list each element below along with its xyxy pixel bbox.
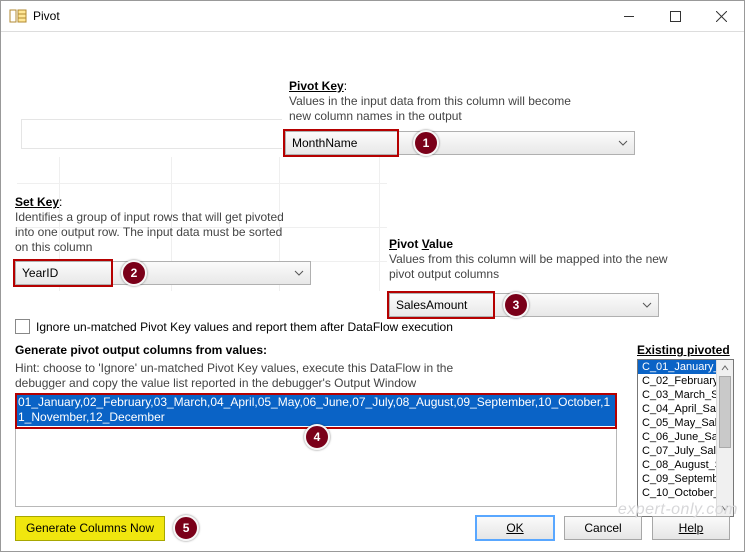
- badge-4: 4: [304, 424, 330, 450]
- set-key-section: Set Key: Identifies a group of input row…: [15, 195, 285, 255]
- pivot-value-value: SalesAmount: [396, 298, 467, 312]
- pivot-key-section: Pivot Key: Values in the input data from…: [289, 79, 571, 124]
- minimize-icon: [624, 16, 634, 17]
- generate-hint: Hint: choose to 'Ignore' un-matched Pivo…: [15, 361, 475, 391]
- cancel-button[interactable]: Cancel: [564, 516, 642, 540]
- badge-2: 2: [121, 260, 147, 286]
- badge-1: 1: [413, 130, 439, 156]
- client-area: Pivot Key: Values in the input data from…: [1, 31, 744, 551]
- close-button[interactable]: [698, 1, 744, 31]
- scroll-thumb[interactable]: [719, 376, 731, 448]
- generate-values-input[interactable]: 01_January,02_February,03_March,04_April…: [15, 393, 617, 507]
- generate-columns-button[interactable]: Generate Columns Now: [15, 516, 165, 541]
- window-title: Pivot: [33, 9, 606, 23]
- maximize-icon: [670, 11, 681, 22]
- generate-values-text: 01_January,02_February,03_March,04_April…: [16, 394, 616, 426]
- pivot-key-desc1: Values in the input data from this colum…: [289, 94, 571, 109]
- scroll-up-icon[interactable]: [717, 360, 733, 376]
- set-key-label: Set Key: [15, 195, 59, 209]
- scroll-down-icon[interactable]: [717, 500, 733, 516]
- minimize-button[interactable]: [606, 1, 652, 31]
- chevron-down-icon: [618, 138, 628, 148]
- set-key-value: YearID: [22, 266, 58, 280]
- set-key-dropdown[interactable]: YearID: [15, 261, 311, 285]
- pivot-key-label: Pivot Key: [289, 79, 344, 93]
- ignore-unmatched-checkbox[interactable]: [15, 319, 30, 334]
- generate-section: Generate pivot output columns from value…: [15, 343, 445, 391]
- ignore-unmatched-label: Ignore un-matched Pivot Key values and r…: [36, 320, 453, 334]
- titlebar: Pivot: [1, 1, 744, 32]
- help-button[interactable]: Help: [652, 516, 730, 540]
- pivot-key-dropdown[interactable]: MonthName: [285, 131, 635, 155]
- button-row: Generate Columns Now 5 OK Cancel Help: [1, 515, 744, 541]
- existing-columns-list[interactable]: C_01_January_SalesAmount C_02_February_S…: [637, 359, 734, 517]
- pivot-window: Pivot Pivot Key: Values in the input dat…: [0, 0, 745, 552]
- window-buttons: [606, 1, 744, 31]
- pivot-key-desc2: new column names in the output: [289, 109, 571, 124]
- badge-5: 5: [173, 515, 199, 541]
- pivot-value-label: Pivot Value: [389, 237, 453, 251]
- badge-3: 3: [503, 292, 529, 318]
- ok-button[interactable]: OK: [476, 516, 554, 540]
- chevron-down-icon: [294, 268, 304, 278]
- app-icon: [9, 8, 27, 24]
- pivot-value-desc: Values from this column will be mapped i…: [389, 252, 679, 282]
- set-key-desc: Identifies a group of input rows that wi…: [15, 210, 295, 255]
- close-icon: [716, 11, 727, 22]
- maximize-button[interactable]: [652, 1, 698, 31]
- scrollbar[interactable]: [716, 360, 733, 516]
- chevron-down-icon: [642, 300, 652, 310]
- pivot-value-section: Pivot Value Values from this column will…: [389, 237, 669, 282]
- pivot-key-value: MonthName: [292, 136, 357, 150]
- ignore-unmatched-row: Ignore un-matched Pivot Key values and r…: [15, 319, 453, 334]
- generate-label: Generate pivot output columns from value…: [15, 343, 267, 357]
